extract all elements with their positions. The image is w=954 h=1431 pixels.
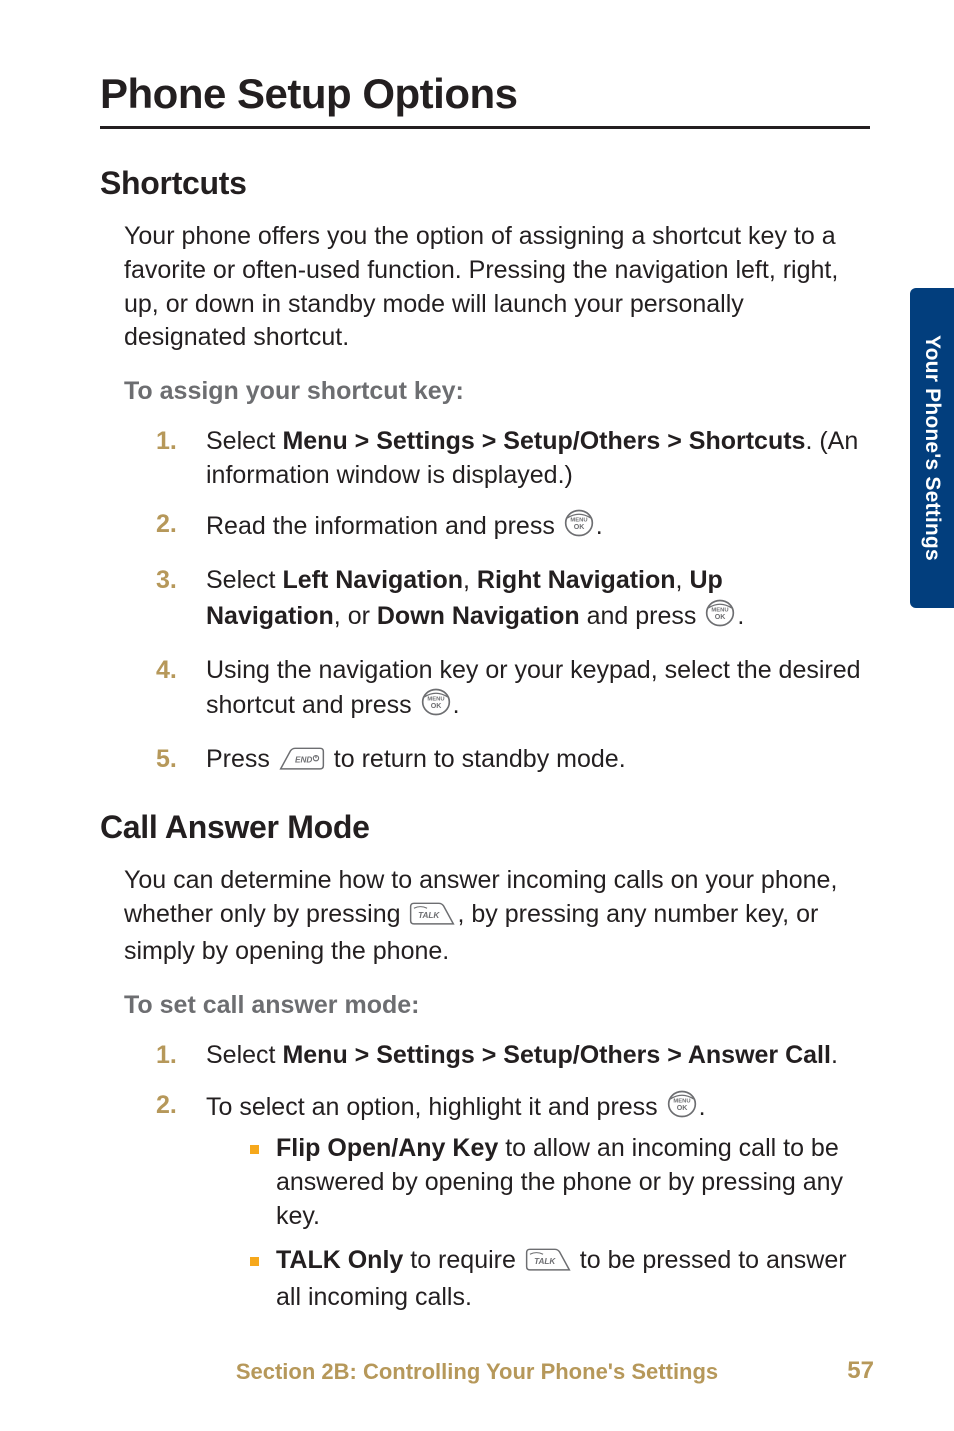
- step-text: Using the navigation key or your keypad,…: [206, 656, 861, 720]
- step-number: 2.: [156, 1089, 177, 1123]
- step-bold: Down Navigation: [377, 602, 580, 630]
- option-name: TALK Only: [276, 1246, 410, 1274]
- shortcuts-lead: To assign your shortcut key:: [124, 375, 874, 409]
- step-1: 1. Select Menu > Settings > Setup/Others…: [156, 425, 864, 493]
- menu-ok-icon: [667, 1089, 697, 1129]
- step-text: Select: [206, 566, 282, 594]
- step-text: Read the information and press: [206, 512, 562, 540]
- step-text: .: [596, 512, 603, 540]
- title-rule: [100, 126, 870, 129]
- menu-ok-icon: [421, 687, 451, 727]
- side-tab: Your Phone's Settings: [910, 288, 954, 608]
- step-text: ,: [463, 566, 477, 594]
- step-text: .: [699, 1093, 706, 1121]
- page-number: 57: [847, 1357, 874, 1385]
- menu-ok-icon: [564, 508, 594, 548]
- step-number: 3.: [156, 564, 177, 598]
- step-2: 2. Read the information and press .: [156, 508, 864, 548]
- call-answer-steps: 1. Select Menu > Settings > Setup/Others…: [156, 1039, 864, 1315]
- step-1: 1. Select Menu > Settings > Setup/Others…: [156, 1039, 864, 1073]
- shortcuts-intro: Your phone offers you the option of assi…: [124, 220, 864, 355]
- heading-call-answer: Call Answer Mode: [100, 809, 874, 846]
- menu-ok-icon: [705, 598, 735, 638]
- option-desc: to require: [410, 1246, 523, 1274]
- step-number: 5.: [156, 743, 177, 777]
- step-bold: Menu > Settings > Setup/Others > Shortcu…: [282, 427, 805, 455]
- step-text: Select: [206, 1041, 282, 1069]
- step-text: .: [737, 602, 744, 630]
- side-tab-label: Your Phone's Settings: [920, 335, 944, 561]
- step-number: 2.: [156, 508, 177, 542]
- step-number: 1.: [156, 425, 177, 459]
- talk-icon: [409, 902, 455, 936]
- step-text: Select: [206, 427, 282, 455]
- list-item: TALK Only to require to be pressed to an…: [250, 1244, 864, 1316]
- heading-shortcuts: Shortcuts: [100, 165, 874, 202]
- step-3: 3. Select Left Navigation, Right Navigat…: [156, 564, 864, 638]
- step-text: , or: [334, 602, 377, 630]
- step-bold: Right Navigation: [477, 566, 676, 594]
- step-text: ,: [676, 566, 690, 594]
- shortcuts-steps: 1. Select Menu > Settings > Setup/Others…: [156, 425, 864, 781]
- call-answer-intro: You can determine how to answer incoming…: [124, 864, 864, 969]
- step-text: To select an option, highlight it and pr…: [206, 1093, 665, 1121]
- step-bold: Menu > Settings > Setup/Others > Answer …: [282, 1041, 831, 1069]
- talk-icon: [525, 1248, 571, 1282]
- step-text: and press: [580, 602, 704, 630]
- footer: Section 2B: Controlling Your Phone's Set…: [0, 1359, 954, 1385]
- page: Phone Setup Options Shortcuts Your phone…: [0, 0, 954, 1431]
- step-text: .: [453, 691, 460, 719]
- list-item: Flip Open/Any Key to allow an incoming c…: [250, 1132, 864, 1233]
- step-2: 2. To select an option, highlight it and…: [156, 1089, 864, 1316]
- step-text: to return to standby mode.: [327, 745, 626, 773]
- footer-text: Section 2B: Controlling Your Phone's Set…: [236, 1359, 718, 1384]
- page-title: Phone Setup Options: [100, 70, 874, 118]
- answer-options: Flip Open/Any Key to allow an incoming c…: [250, 1132, 864, 1315]
- option-name: Flip Open/Any Key: [276, 1134, 505, 1162]
- step-5: 5. Press to return to standby mode.: [156, 743, 864, 781]
- step-bold: Left Navigation: [282, 566, 463, 594]
- step-text: Press: [206, 745, 277, 773]
- step-number: 4.: [156, 654, 177, 688]
- call-answer-lead: To set call answer mode:: [124, 989, 874, 1023]
- step-4: 4. Using the navigation key or your keyp…: [156, 654, 864, 728]
- step-number: 1.: [156, 1039, 177, 1073]
- end-icon: [279, 747, 325, 781]
- step-text: .: [831, 1041, 838, 1069]
